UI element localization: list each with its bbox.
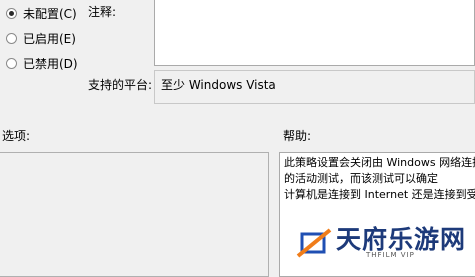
help-line: 此策略设置会关闭由 Windows 网络连接 [284,156,475,169]
radio-disabled[interactable]: 已禁用(D) [6,55,78,71]
radio-button[interactable] [6,32,17,44]
radio-label: 已禁用(D) [23,56,78,71]
comment-label: 注释: [88,5,117,19]
supported-platforms-box: 至少 Windows Vista [154,70,475,104]
radio-label: 已启用(E) [23,31,76,46]
options-pane [0,152,269,277]
radio-enabled[interactable]: 已启用(E) [6,30,76,46]
comment-textarea[interactable] [154,0,475,66]
watermark-subtitle: THFILM VIP [366,251,415,259]
supported-platforms-label: 支持的平台: [88,78,153,92]
help-line: 计算机是连接到 Internet 还是连接到受 [284,188,475,201]
help-label: 帮助: [283,129,312,143]
watermark-logo: 天府乐游网 THFILM VIP [288,210,475,273]
radio-label: 未配置(C) [23,6,77,21]
radio-button[interactable] [6,57,17,69]
radio-button[interactable] [6,7,17,19]
supported-platforms-value: 至少 Windows Vista [161,78,276,92]
options-label: 选项: [2,129,31,143]
help-text: 此策略设置会关闭由 Windows 网络连接 的活动测试，而该测试可以确定 计算… [280,153,475,205]
logo-icon [296,228,332,258]
radio-not-configured[interactable]: 未配置(C) [6,5,77,21]
help-line: 的活动测试，而该测试可以确定 [284,172,438,185]
